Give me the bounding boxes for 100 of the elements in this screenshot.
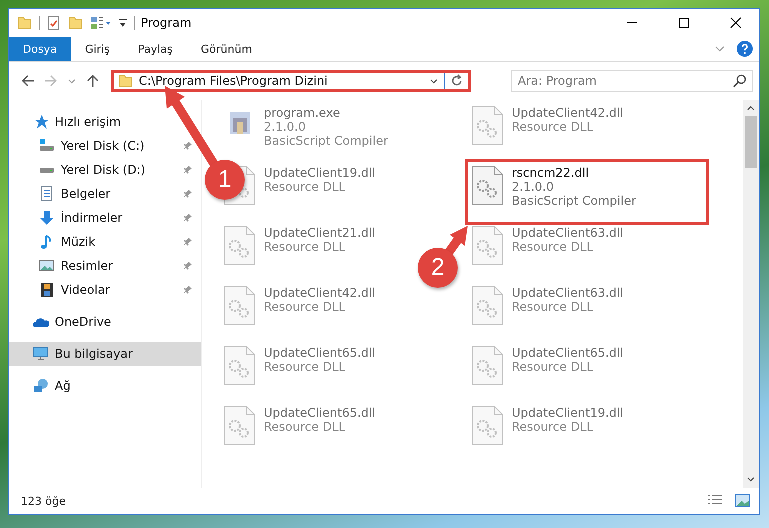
sidebar-item[interactable]: Yerel Disk (D:) xyxy=(9,158,201,182)
drive-icon xyxy=(40,168,54,172)
pin-icon[interactable] xyxy=(183,261,193,271)
folder-icon[interactable] xyxy=(17,15,33,31)
file-name[interactable]: rscncm22.dll xyxy=(512,166,636,180)
file-name[interactable]: UpdateClient63.dll xyxy=(512,226,624,240)
file-name[interactable]: UpdateClient42.dll xyxy=(512,106,624,120)
scrollbar[interactable] xyxy=(743,100,759,488)
sidebar-item[interactable]: OneDrive xyxy=(9,310,201,334)
minimize-icon xyxy=(626,22,638,24)
file-detail: Resource DLL xyxy=(512,300,594,314)
sidebar-label: OneDrive xyxy=(55,315,112,329)
file-detail: Resource DLL xyxy=(264,180,346,194)
sidebar-label: İndirmeler xyxy=(61,211,124,225)
file-name[interactable]: program.exe xyxy=(264,106,388,120)
new-folder-icon[interactable] xyxy=(68,15,84,31)
sidebar-label: Bu bilgisayar xyxy=(55,347,134,361)
drive-icon xyxy=(39,138,55,154)
gear-file-icon xyxy=(224,226,256,266)
file-detail: Resource DLL xyxy=(264,360,346,374)
scroll-down-icon[interactable] xyxy=(747,476,755,484)
file-detail: Resource DLL xyxy=(512,420,594,434)
file-detail: Resource DLL xyxy=(264,420,346,434)
document-icon xyxy=(39,186,55,202)
file-name[interactable]: UpdateClient19.dll xyxy=(264,166,376,180)
scroll-thumb[interactable] xyxy=(745,116,757,168)
ribbon-tab[interactable]: Dosya xyxy=(9,37,72,61)
sidebar-item[interactable]: Bu bilgisayar xyxy=(9,342,201,366)
file-name[interactable]: UpdateClient65.dll xyxy=(264,346,376,360)
sidebar-label: Videolar xyxy=(61,283,112,297)
back-arrow-icon[interactable] xyxy=(21,74,35,88)
file-detail: BasicScript Compiler xyxy=(264,134,388,148)
ribbon-tab[interactable]: Paylaş xyxy=(124,37,187,61)
window-title: Program xyxy=(141,16,192,30)
customize-caret-icon[interactable] xyxy=(118,18,128,28)
address-bar[interactable]: C:\Program Files\Program Dizini xyxy=(111,70,471,92)
sidebar-label: Ağ xyxy=(55,379,72,393)
sidebar-item[interactable]: Resimler xyxy=(9,254,201,278)
view-options-icon[interactable] xyxy=(90,15,112,31)
gear-file-icon xyxy=(472,226,504,266)
gear-file-icon xyxy=(224,346,256,386)
pin-icon[interactable] xyxy=(183,165,193,175)
file-detail: Resource DLL xyxy=(264,240,346,254)
pin-icon[interactable] xyxy=(183,237,193,247)
ribbon-tab[interactable]: Görünüm xyxy=(187,37,266,61)
sidebar-item[interactable]: Yerel Disk (C:) xyxy=(9,134,201,158)
gear-file-icon xyxy=(224,406,256,446)
sidebar-item[interactable]: Müzik xyxy=(9,230,201,254)
file-detail: BasicScript Compiler xyxy=(512,194,636,208)
help-icon[interactable] xyxy=(737,41,753,57)
pin-icon[interactable] xyxy=(183,189,193,199)
picture-icon xyxy=(39,258,55,274)
forward-arrow-icon[interactable] xyxy=(44,74,58,88)
pin-icon[interactable] xyxy=(183,213,193,223)
search-field[interactable]: Ara: Program xyxy=(511,70,753,92)
gear-file-icon xyxy=(472,406,504,446)
gear-file-icon xyxy=(472,166,504,206)
sidebar-item[interactable]: İndirmeler xyxy=(9,206,201,230)
file-name[interactable]: UpdateClient65.dll xyxy=(264,406,376,420)
download-arrow-icon xyxy=(39,210,55,226)
star-icon xyxy=(33,114,49,130)
file-detail: 2.1.0.0 xyxy=(512,180,555,194)
gear-file-icon xyxy=(472,106,504,146)
close-icon xyxy=(730,17,742,29)
gear-file-icon xyxy=(472,286,504,326)
sidebar-item[interactable]: Belgeler xyxy=(9,182,201,206)
sidebar-label: Resimler xyxy=(61,259,114,273)
pin-icon[interactable] xyxy=(183,285,193,295)
pin-icon[interactable] xyxy=(183,141,193,151)
ribbon-tab[interactable]: Giriş xyxy=(71,37,124,61)
search-icon xyxy=(733,74,747,88)
scroll-up-icon[interactable] xyxy=(747,104,755,112)
address-path: C:\Program Files\Program Dizini xyxy=(139,74,329,88)
file-name[interactable]: UpdateClient21.dll xyxy=(264,226,376,240)
file-detail: 2.1.0.0 xyxy=(264,120,307,134)
highlighted-file-item[interactable]: rscncm22.dll 2.1.0.0 BasicScript Compiler xyxy=(468,162,706,222)
computer-icon xyxy=(33,346,49,362)
up-arrow-icon[interactable] xyxy=(86,74,100,88)
sidebar-item[interactable]: Ağ xyxy=(9,374,201,398)
folder-icon xyxy=(118,73,134,89)
sidebar-label: Yerel Disk (D:) xyxy=(61,163,147,177)
refresh-icon[interactable] xyxy=(450,74,464,88)
sidebar-label: Yerel Disk (C:) xyxy=(61,139,146,153)
file-detail: Resource DLL xyxy=(512,240,594,254)
file-name[interactable]: UpdateClient63.dll xyxy=(512,286,624,300)
maximize-icon xyxy=(678,17,690,29)
file-name[interactable]: UpdateClient42.dll xyxy=(264,286,376,300)
sidebar-item[interactable]: Videolar xyxy=(9,278,201,302)
expand-ribbon-icon[interactable] xyxy=(715,44,725,54)
file-detail: Resource DLL xyxy=(512,360,594,374)
gear-file-icon xyxy=(472,346,504,386)
file-name[interactable]: UpdateClient65.dll xyxy=(512,346,624,360)
sidebar-label: Müzik xyxy=(61,235,97,249)
file-detail: Resource DLL xyxy=(264,300,346,314)
properties-icon[interactable] xyxy=(46,15,62,31)
large-icons-view-icon[interactable] xyxy=(735,493,751,509)
sidebar-item[interactable]: Hızlı erişim xyxy=(9,110,201,134)
network-icon xyxy=(33,378,49,394)
file-name[interactable]: UpdateClient19.dll xyxy=(512,406,624,420)
gear-file-icon xyxy=(224,286,256,326)
